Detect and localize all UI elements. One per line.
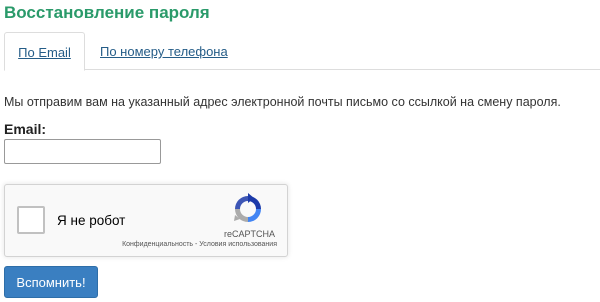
email-input[interactable] [4, 139, 161, 164]
tab-bar: По Email По номеру телефона [4, 32, 600, 71]
submit-button[interactable]: Вспомнить! [4, 266, 98, 298]
recaptcha-logo-icon [234, 193, 261, 222]
tab-phone[interactable]: По номеру телефона [100, 32, 230, 70]
page-title: Восстановление пароля [4, 3, 210, 22]
info-text: Мы отправим вам на указанный адрес элект… [4, 95, 561, 109]
recaptcha-links[interactable]: Конфиденциальность - Условия использован… [122, 241, 277, 248]
recaptcha-brand: reCAPTCHA [223, 229, 275, 239]
email-label: Email: [4, 121, 47, 137]
tab-email[interactable]: По Email [4, 32, 85, 71]
recaptcha-checkbox[interactable] [17, 206, 45, 234]
recaptcha-widget: Я не робот reCAPTCHA Конфиденциальность … [4, 184, 288, 257]
recaptcha-label: Я не робот [57, 213, 126, 228]
